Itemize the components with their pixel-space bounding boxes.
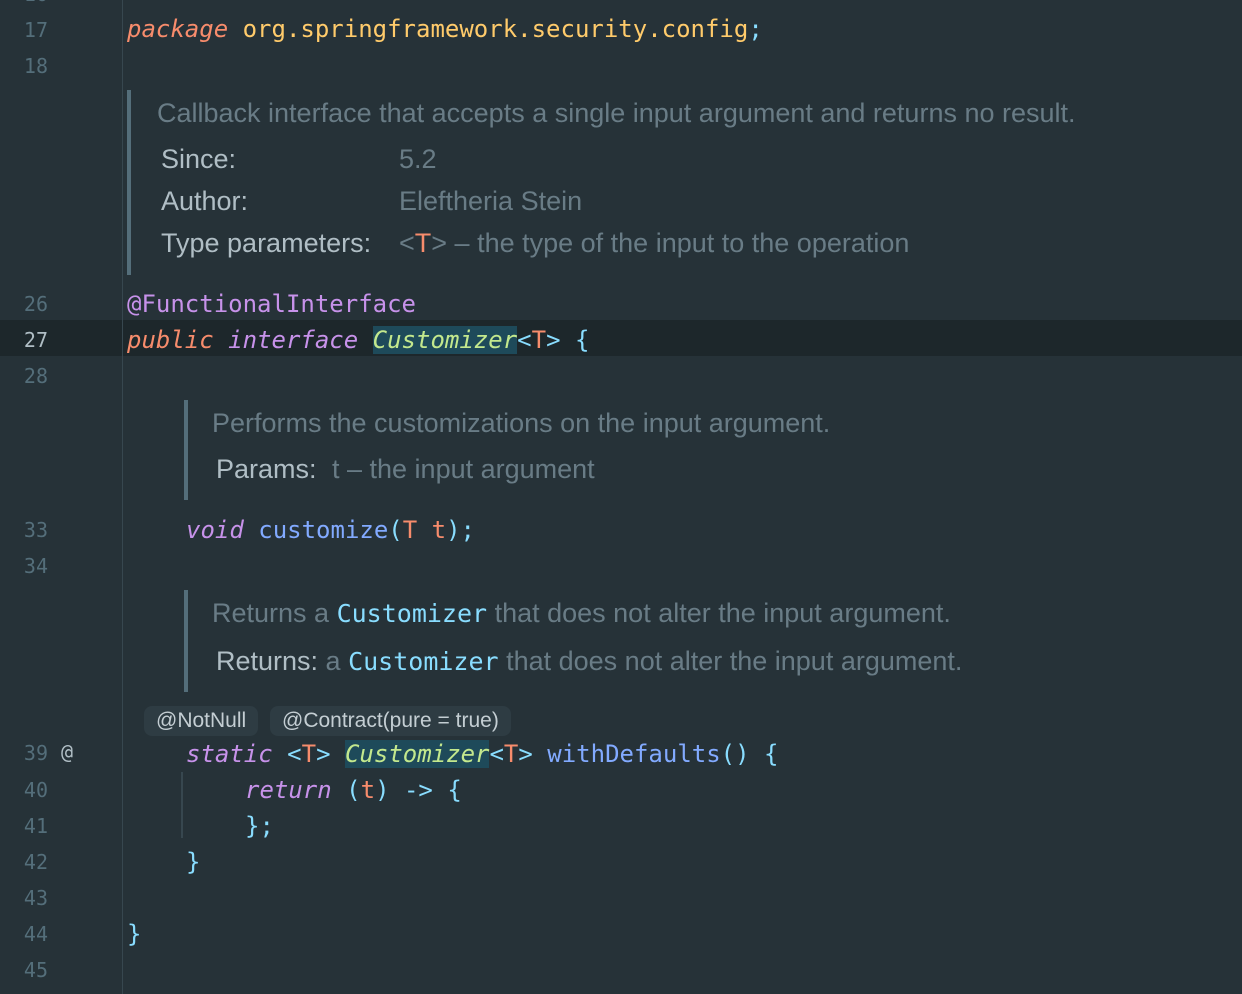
static-keyword: static bbox=[186, 740, 273, 768]
param-type[interactable]: T bbox=[403, 516, 417, 544]
line-number: 33 bbox=[23, 518, 48, 542]
type-parameter[interactable]: T bbox=[532, 326, 546, 354]
interface-keyword: interface bbox=[228, 326, 359, 354]
doc-type-params-value: <T> – the type of the input to the opera… bbox=[399, 228, 910, 258]
override-marker-icon[interactable]: @ bbox=[61, 734, 73, 770]
doc-type-params-label: Type parameters: bbox=[161, 228, 372, 258]
line-number: 34 bbox=[23, 554, 48, 578]
doc-since-label: Since: bbox=[161, 144, 237, 174]
lambda-param[interactable]: t bbox=[361, 776, 375, 804]
package-declaration[interactable]: package org.springframework.security.con… bbox=[127, 11, 763, 47]
interface-declaration[interactable]: public interface Customizer<T> { bbox=[127, 322, 589, 358]
doc-params-label: Params: bbox=[216, 454, 317, 484]
line-number: 44 bbox=[23, 922, 48, 946]
return-type[interactable]: Customizer bbox=[344, 740, 490, 768]
method-name-with-defaults[interactable]: withDefaults bbox=[547, 740, 720, 768]
doc-since-value: 5.2 bbox=[399, 144, 437, 174]
package-name: org.springframework.security.config bbox=[242, 15, 749, 43]
line-number: 26 bbox=[23, 292, 48, 316]
line-number: 16 bbox=[0, 0, 48, 12]
line-number: 18 bbox=[23, 54, 48, 78]
doc-params-value: t – the input argument bbox=[332, 454, 595, 484]
param-name[interactable]: t bbox=[432, 516, 446, 544]
open-brace: { bbox=[574, 326, 590, 354]
doc-description: Callback interface that accepts a single… bbox=[157, 98, 1076, 128]
line-number: 45 bbox=[23, 958, 48, 982]
annotation-line[interactable]: @FunctionalInterface bbox=[127, 286, 416, 322]
method-name-customize[interactable]: customize bbox=[258, 516, 388, 544]
doc-description: Performs the customizations on the input… bbox=[212, 408, 831, 438]
lambda-close[interactable]: }; bbox=[245, 808, 274, 844]
line-number: 40 bbox=[23, 778, 48, 802]
functional-interface-annotation[interactable]: @FunctionalInterface bbox=[127, 290, 416, 318]
interface-javadoc[interactable]: Callback interface that accepts a single… bbox=[127, 90, 1211, 275]
code-editor[interactable]: 16 17 18 26 27 28 33 34 39 40 41 42 43 4… bbox=[0, 0, 1242, 994]
line-number: 17 bbox=[23, 18, 48, 42]
line-number: 39 bbox=[23, 741, 48, 765]
package-keyword: package bbox=[127, 15, 229, 43]
lambda-arrow: -> bbox=[403, 776, 433, 804]
gutter-separator bbox=[122, 0, 123, 994]
line-number: 43 bbox=[23, 886, 48, 910]
return-keyword: return bbox=[245, 776, 332, 804]
public-keyword: public bbox=[127, 326, 214, 354]
with-defaults-javadoc[interactable]: Returns a Customizer that does not alter… bbox=[184, 590, 1088, 692]
doc-link-customizer[interactable]: Customizer bbox=[348, 647, 499, 676]
method-close-brace[interactable]: } bbox=[186, 844, 200, 880]
with-defaults-method[interactable]: static <T> Customizer<T> withDefaults() … bbox=[186, 736, 778, 772]
line-number: 41 bbox=[23, 814, 48, 838]
doc-description: Returns a Customizer that does not alter… bbox=[212, 598, 951, 628]
contract-inlay-hint[interactable]: @Contract(pure = true) bbox=[270, 706, 511, 736]
semicolon: ; bbox=[748, 15, 763, 43]
return-statement[interactable]: return (t) -> { bbox=[245, 772, 462, 808]
line-number: 28 bbox=[23, 364, 48, 388]
doc-author-value: Eleftheria Stein bbox=[399, 186, 583, 216]
void-keyword: void bbox=[186, 516, 244, 544]
doc-type-param-t[interactable]: T bbox=[415, 228, 432, 258]
doc-returns-label: Returns: bbox=[216, 646, 319, 676]
interface-name[interactable]: Customizer bbox=[372, 326, 518, 354]
line-number-current: 27 bbox=[23, 328, 48, 352]
customize-javadoc[interactable]: Performs the customizations on the input… bbox=[184, 400, 1088, 500]
doc-author-label: Author: bbox=[161, 186, 249, 216]
interface-close-brace[interactable]: } bbox=[127, 916, 141, 952]
indent-guide bbox=[181, 772, 183, 838]
not-null-inlay-hint[interactable]: @NotNull bbox=[144, 706, 259, 736]
customize-method[interactable]: void customize(T t); bbox=[186, 512, 475, 548]
doc-link-customizer[interactable]: Customizer bbox=[337, 599, 488, 628]
doc-returns: Returns: a Customizer that does not alte… bbox=[216, 646, 963, 676]
line-number: 42 bbox=[23, 850, 48, 874]
